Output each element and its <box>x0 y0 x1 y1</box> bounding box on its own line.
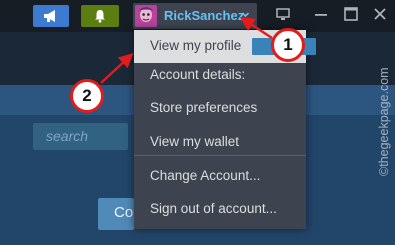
callout-2-number: 2 <box>82 86 92 105</box>
arrow-2 <box>100 53 134 84</box>
arrow-1 <box>239 17 273 40</box>
callout-1-number: 1 <box>283 35 293 54</box>
callout-1: 1 <box>271 28 305 62</box>
annotation-arrows <box>100 17 273 84</box>
callout-2: 2 <box>70 79 104 113</box>
